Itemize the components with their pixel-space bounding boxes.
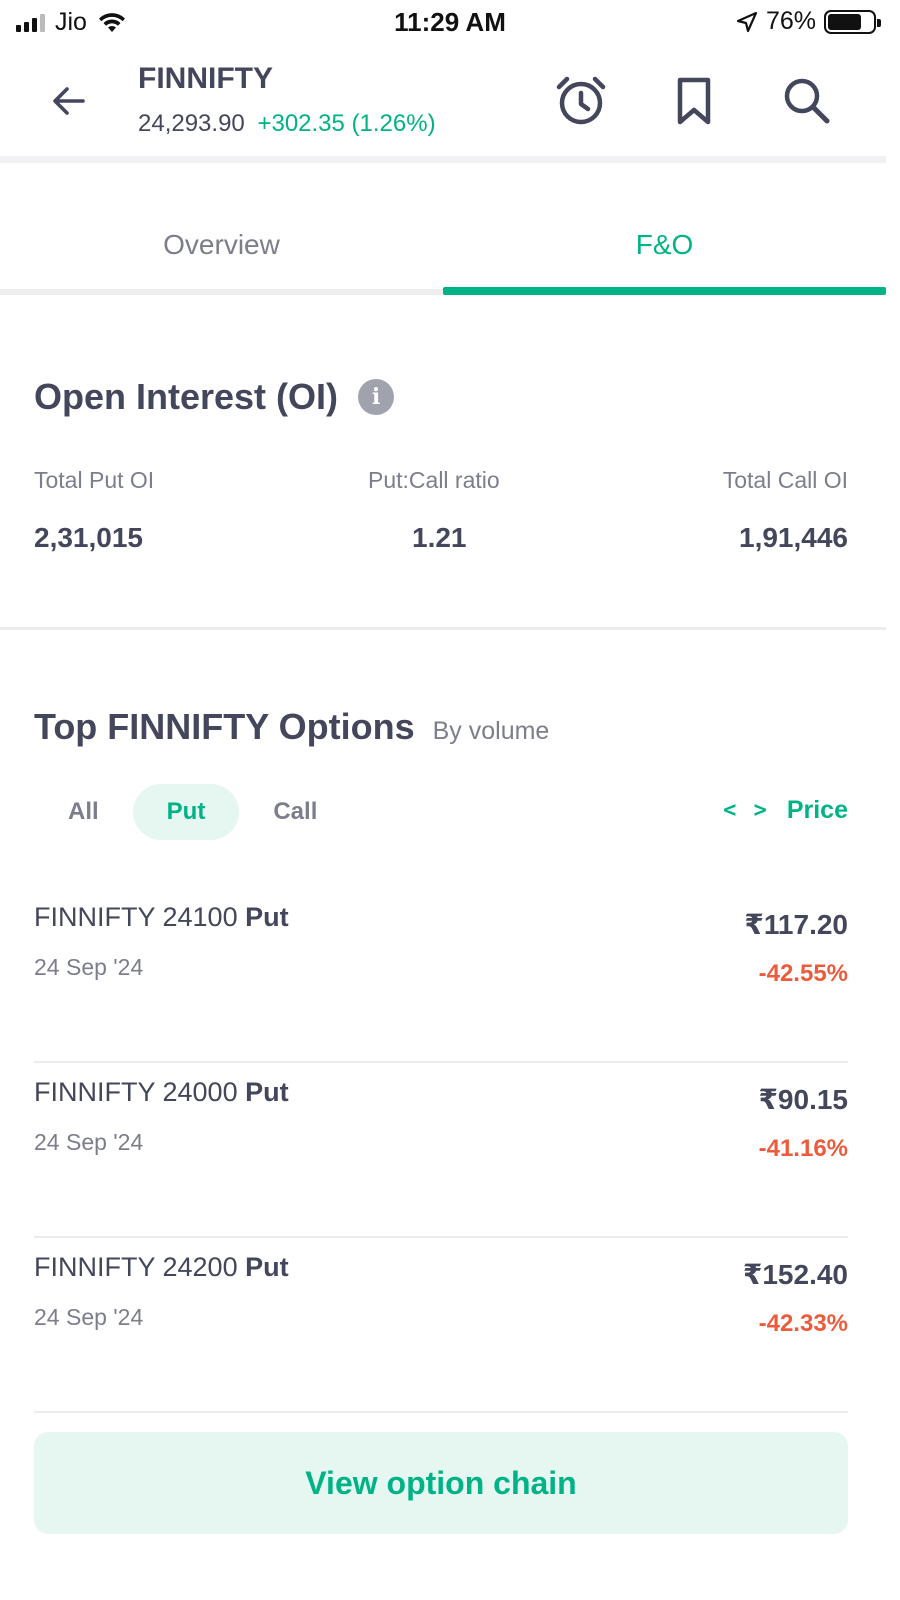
option-symbol: FINNIFTY 24200: [34, 1252, 238, 1282]
header-divider: [0, 156, 886, 163]
total-put-oi-label: Total Put OI: [34, 467, 155, 493]
top-options-subtitle: By volume: [432, 717, 550, 745]
option-price: ₹152.40: [742, 1259, 848, 1290]
back-arrow-icon: [53, 87, 85, 115]
alarm-icon: [556, 76, 606, 125]
open-interest-title: Open Interest (OI): [34, 376, 339, 417]
option-expiry: 24 Sep '24: [34, 954, 144, 980]
total-call-oi-label: Total Call OI: [722, 467, 848, 493]
option-change: -42.33%: [758, 1310, 848, 1337]
filter-put-chip[interactable]: Put: [132, 784, 240, 840]
top-options-heading: Top FINNIFTY Options By volume: [34, 706, 549, 748]
option-type: Put: [245, 1077, 289, 1107]
status-bar: Jio 11:29 AM 76%: [0, 0, 900, 48]
info-icon[interactable]: i: [358, 379, 395, 415]
tab-bar: Overview F&O: [0, 205, 886, 297]
option-row[interactable]: FINNIFTY 24100 Put 24 Sep '24 ₹117.20 -4…: [34, 888, 848, 1063]
status-right: 76%: [736, 7, 881, 36]
alarm-button[interactable]: [552, 72, 610, 130]
option-symbol: FINNIFTY 24100: [34, 902, 238, 932]
location-arrow-icon: [736, 11, 758, 32]
price-line: 24,293.90 +302.35 (1.26%): [138, 110, 436, 138]
instrument-title: FINNIFTY: [138, 62, 273, 95]
instrument-change: +302.35 (1.26%): [257, 110, 436, 137]
watchlist-button[interactable]: [665, 72, 723, 130]
price-toggle-label: Price: [786, 796, 848, 824]
option-change: -41.16%: [758, 1135, 848, 1162]
tab-active-indicator: [443, 287, 886, 295]
top-options-title: Top FINNIFTY Options: [34, 706, 415, 747]
search-icon: [784, 78, 830, 124]
instrument-header: FINNIFTY 24,293.90 +302.35 (1.26%): [0, 50, 886, 158]
option-change: -42.55%: [758, 960, 848, 987]
battery-level: [828, 13, 862, 30]
battery-percentage: 76%: [765, 7, 816, 35]
option-type: Put: [245, 1252, 289, 1282]
instrument-price: 24,293.90: [138, 110, 245, 137]
option-expiry: 24 Sep '24: [34, 1129, 144, 1155]
option-row[interactable]: FINNIFTY 24000 Put 24 Sep '24 ₹90.15 -41…: [34, 1063, 848, 1238]
filter-all-chip[interactable]: All: [34, 784, 133, 840]
open-interest-heading: Open Interest (OI) i: [34, 376, 395, 418]
search-button[interactable]: [778, 72, 836, 130]
filter-call-chip[interactable]: Call: [239, 784, 351, 840]
total-call-oi-value: 1,91,446: [739, 522, 848, 553]
total-put-oi-value: 2,31,015: [34, 522, 143, 553]
option-type: Put: [245, 902, 289, 932]
option-symbol: FINNIFTY 24000: [34, 1077, 238, 1107]
option-expiry: 24 Sep '24: [34, 1304, 144, 1330]
tab-underline: [0, 289, 443, 295]
code-arrows-icon: < >: [723, 798, 769, 823]
option-row[interactable]: FINNIFTY 24200 Put 24 Sep '24 ₹152.40 -4…: [34, 1238, 848, 1413]
view-option-chain-button[interactable]: View option chain: [34, 1432, 848, 1534]
price-sort-toggle[interactable]: < > Price: [723, 796, 848, 825]
option-name: FINNIFTY 24100 Put: [34, 902, 289, 933]
put-call-ratio-label: Put:Call ratio: [368, 467, 500, 493]
option-price: ₹117.20: [744, 909, 848, 940]
back-button[interactable]: [44, 76, 94, 126]
section-divider: [0, 627, 886, 630]
tab-overview[interactable]: Overview: [0, 205, 443, 293]
option-name: FINNIFTY 24000 Put: [34, 1077, 289, 1108]
tab-fno[interactable]: F&O: [443, 205, 886, 293]
option-price: ₹90.15: [758, 1084, 848, 1115]
bookmark-icon: [677, 77, 711, 125]
put-call-ratio-value: 1.21: [412, 522, 467, 553]
battery-icon: [824, 9, 881, 34]
option-type-filters: All Put Call: [34, 784, 351, 840]
option-name: FINNIFTY 24200 Put: [34, 1252, 289, 1283]
